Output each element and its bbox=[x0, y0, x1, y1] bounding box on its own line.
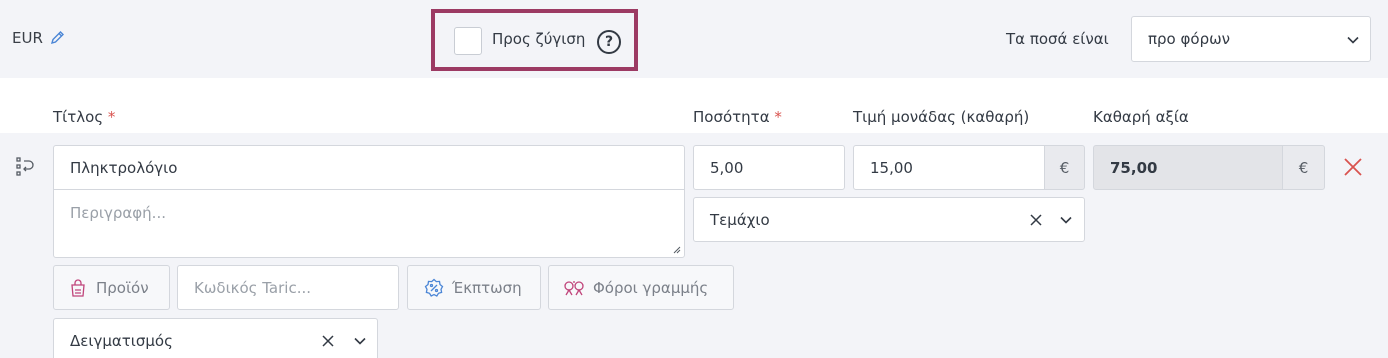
taric-placeholder: Κωδικός Taric... bbox=[194, 278, 311, 297]
unit-price-value: 15,00 bbox=[870, 158, 913, 177]
column-header-unit-price: Τιμή μονάδας (καθαρή) bbox=[853, 108, 1030, 126]
chevron-down-icon[interactable] bbox=[1059, 213, 1073, 227]
currency-selector[interactable]: EUR bbox=[12, 29, 65, 47]
unit-value: Τεμάχιο bbox=[710, 210, 770, 229]
currency-label: EUR bbox=[12, 29, 43, 47]
line-taxes-button-label: Φόροι γραμμής bbox=[593, 278, 709, 297]
product-bag-icon bbox=[71, 278, 85, 297]
description-placeholder: Περιγραφή... bbox=[70, 204, 166, 222]
delete-line-icon[interactable] bbox=[1343, 157, 1363, 177]
pencil-icon[interactable] bbox=[49, 30, 65, 46]
product-button[interactable]: Προϊόν bbox=[53, 265, 170, 310]
chevron-down-icon[interactable] bbox=[353, 334, 367, 348]
line-taxes-button[interactable]: Φόροι γραμμής bbox=[548, 265, 734, 310]
amounts-tax-select[interactable]: προ φόρων bbox=[1131, 16, 1371, 62]
clear-icon[interactable] bbox=[1029, 213, 1043, 227]
discount-button[interactable]: Έκπτωση bbox=[407, 265, 541, 310]
line-description-textarea[interactable]: Περιγραφή... bbox=[53, 189, 685, 258]
discount-button-label: Έκπτωση bbox=[452, 278, 522, 297]
sampling-select[interactable]: Δειγματισμός bbox=[53, 318, 378, 358]
discount-icon bbox=[424, 278, 444, 297]
column-header-net-value: Καθαρή αξία bbox=[1093, 108, 1189, 126]
unit-price-input[interactable]: 15,00 bbox=[853, 145, 1045, 190]
line-taxes-icon bbox=[564, 280, 584, 295]
net-value-field: 75,00 bbox=[1093, 145, 1283, 190]
chevron-down-icon bbox=[1347, 36, 1359, 44]
amounts-label: Τα ποσά είναι bbox=[1006, 30, 1109, 48]
amounts-select-value: προ φόρων bbox=[1148, 30, 1231, 48]
resize-handle-icon[interactable] bbox=[673, 246, 681, 254]
weigh-option-highlight: Προς ζύγιση ? bbox=[431, 9, 638, 71]
column-header-quantity: Ποσότητα * bbox=[693, 108, 782, 126]
taric-code-input[interactable]: Κωδικός Taric... bbox=[177, 265, 399, 310]
unit-select[interactable]: Τεμάχιο bbox=[693, 197, 1085, 242]
clear-icon[interactable] bbox=[321, 334, 335, 348]
net-value-currency-addon: € bbox=[1282, 145, 1325, 190]
weigh-checkbox[interactable] bbox=[454, 27, 482, 55]
drag-reorder-icon[interactable] bbox=[15, 156, 37, 178]
product-button-label: Προϊόν bbox=[96, 278, 149, 297]
line-title-input[interactable]: Πληκτρολόγιο bbox=[53, 145, 685, 190]
line-title-value: Πληκτρολόγιο bbox=[70, 158, 178, 177]
sampling-value: Δειγματισμός bbox=[70, 331, 173, 350]
net-value: 75,00 bbox=[1110, 158, 1158, 177]
help-icon[interactable]: ? bbox=[597, 30, 621, 54]
quantity-value: 5,00 bbox=[710, 158, 744, 177]
quantity-input[interactable]: 5,00 bbox=[693, 145, 845, 190]
weigh-label: Προς ζύγιση bbox=[492, 30, 586, 48]
column-header-title: Τίτλος * bbox=[53, 108, 116, 126]
unit-price-currency-addon: € bbox=[1044, 145, 1085, 190]
